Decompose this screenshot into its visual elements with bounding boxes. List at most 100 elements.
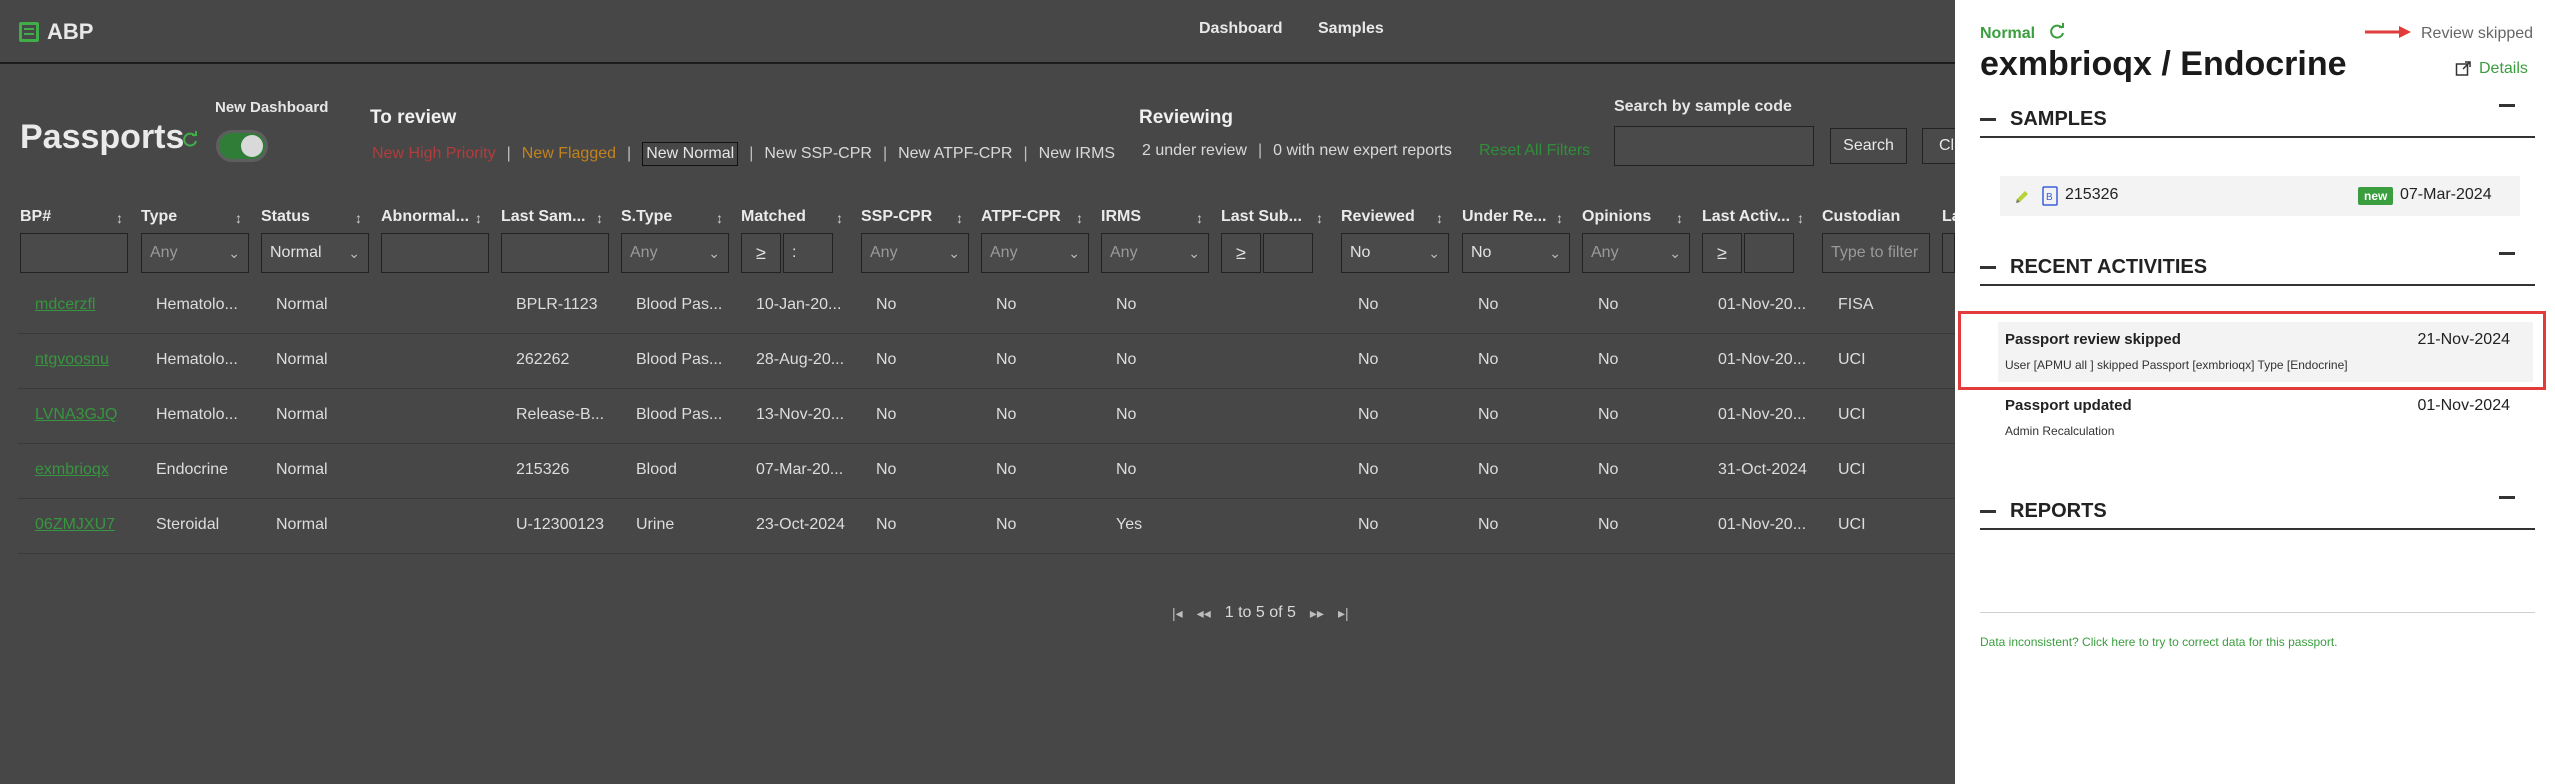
filter-expert-reports[interactable]: 0 with new expert reports — [1273, 142, 1452, 160]
col-status[interactable]: Status — [261, 208, 310, 226]
refresh-icon[interactable] — [2047, 22, 2067, 42]
passport-link[interactable]: 06ZMJXU7 — [35, 516, 115, 534]
s-type-filter-select[interactable]: Any ⌄ — [621, 233, 729, 273]
sort-icon[interactable]: ↕ — [116, 210, 123, 226]
sort-icon[interactable]: ↕ — [1797, 210, 1804, 226]
reset-filters-link[interactable]: Reset All Filters — [1479, 142, 1590, 160]
sort-icon[interactable]: ↕ — [475, 210, 482, 226]
sort-icon[interactable]: ↕ — [1316, 210, 1323, 226]
col-last-activity[interactable]: Last Activ... — [1702, 208, 1790, 226]
sort-icon[interactable]: ↕ — [1196, 210, 1203, 226]
last-sub-operator[interactable]: ≥ — [1221, 233, 1261, 273]
under-review-filter-select[interactable]: No ⌄ — [1462, 233, 1570, 273]
atpf-filter-select[interactable]: Any ⌄ — [981, 233, 1089, 273]
irms-cell: No — [1116, 351, 1137, 368]
custodian-filter-input[interactable]: Type to filter — [1822, 233, 1930, 273]
table-row[interactable]: mdcerzfl Hematolo... Normal BPLR-1123 Blood … — [18, 279, 1955, 334]
table-row[interactable]: 06ZMJXU7 Steroidal Normal U-12300123 Urine 23… — [18, 499, 1955, 554]
details-link[interactable]: Details — [2455, 60, 2528, 78]
recent-activities-section-header[interactable]: RECENT ACTIVITIES — [1980, 250, 2535, 286]
col-type[interactable]: Type — [141, 208, 177, 226]
abnormal-filter-input[interactable] — [381, 233, 489, 273]
app-logo[interactable]: ABP — [19, 19, 93, 45]
col-bp[interactable]: BP# — [20, 208, 51, 226]
bp-filter-input[interactable] — [20, 233, 128, 273]
filter-under-review[interactable]: 2 under review — [1142, 142, 1247, 160]
filter-new-flagged[interactable]: New Flagged — [522, 145, 616, 163]
filter-new-irms[interactable]: New IRMS — [1039, 145, 1115, 163]
refresh-icon[interactable] — [180, 130, 200, 150]
passport-link[interactable]: exmbrioqx — [35, 461, 109, 479]
sample-code[interactable]: 215326 — [2065, 186, 2118, 204]
sort-icon[interactable]: ↕ — [1436, 210, 1443, 226]
status-filter-select[interactable]: Normal ⌄ — [261, 233, 369, 273]
col-custodian[interactable]: Custodian — [1822, 208, 1900, 226]
sort-icon[interactable]: ↕ — [836, 210, 843, 226]
sort-icon[interactable]: ↕ — [716, 210, 723, 226]
reviewed-filter-select[interactable]: No ⌄ — [1341, 233, 1449, 273]
collapse-icon[interactable] — [2499, 252, 2515, 255]
irms-filter-select[interactable]: Any ⌄ — [1101, 233, 1209, 273]
filter-new-normal[interactable]: New Normal — [642, 142, 739, 166]
table-row[interactable]: exmbrioqx Endocrine Normal 215326 Blood 07-Ma… — [18, 444, 1955, 499]
col-opinions[interactable]: Opinions — [1582, 208, 1651, 226]
section-dash-icon — [1980, 266, 1996, 269]
s-type-cell: Blood Pas... — [636, 406, 723, 423]
sort-icon[interactable]: ↕ — [956, 210, 963, 226]
col-matched[interactable]: Matched — [741, 208, 806, 226]
type-filter-select[interactable]: Any ⌄ — [141, 233, 249, 273]
last-sample-filter-input[interactable] — [501, 233, 609, 273]
last-page-icon[interactable]: ▸| — [1338, 605, 1349, 622]
sort-icon[interactable]: ↕ — [235, 210, 242, 226]
sort-icon[interactable]: ↕ — [1076, 210, 1083, 226]
table-row[interactable]: LVNA3GJQ Hematolo... Normal Release-B... Blo… — [18, 389, 1955, 444]
filter-new-ssp-cpr[interactable]: New SSP-CPR — [764, 145, 872, 163]
col-irms[interactable]: IRMS — [1101, 208, 1141, 226]
reviewed-cell: No — [1358, 406, 1379, 423]
new-dashboard-toggle[interactable] — [216, 130, 268, 162]
col-last-submission[interactable]: Last Sub... — [1221, 208, 1302, 226]
collapse-icon[interactable] — [2499, 104, 2515, 107]
passport-link[interactable]: mdcerzfl — [35, 296, 95, 314]
sample-row[interactable]: B 215326 new 07-Mar-2024 — [2000, 176, 2520, 216]
reports-section-header[interactable]: REPORTS — [1980, 494, 2535, 530]
matched-cell: 13-Nov-20... — [756, 406, 845, 423]
sort-icon[interactable]: ↕ — [1676, 210, 1683, 226]
prev-page-icon[interactable]: ◂◂ — [1197, 605, 1211, 622]
nav-samples[interactable]: Samples — [1318, 20, 1384, 38]
sort-icon[interactable]: ↕ — [1556, 210, 1563, 226]
collapse-icon[interactable] — [2499, 496, 2515, 499]
nav-dashboard[interactable]: Dashboard — [1199, 20, 1283, 38]
next-page-icon[interactable]: ▸▸ — [1310, 605, 1324, 622]
sort-icon[interactable]: ↕ — [596, 210, 603, 226]
la-filter-input[interactable] — [1942, 233, 1955, 273]
last-activity-filter-input[interactable] — [1744, 233, 1794, 273]
filter-new-high-priority[interactable]: New High Priority — [372, 145, 496, 163]
col-last-sample[interactable]: Last Sam... — [501, 208, 585, 226]
matched-operator[interactable]: ≥ — [741, 233, 781, 273]
filter-new-atpf-cpr[interactable]: New ATPF-CPR — [898, 145, 1012, 163]
passport-link[interactable]: LVNA3GJQ — [35, 406, 117, 424]
last-activity-operator[interactable]: ≥ — [1702, 233, 1742, 273]
matched-filter-input[interactable]: : — [783, 233, 833, 273]
col-atpf-cpr[interactable]: ATPF-CPR — [981, 208, 1061, 226]
correct-data-link[interactable]: Data inconsistent? Click here to try to … — [1980, 635, 2338, 649]
col-ssp-cpr[interactable]: SSP-CPR — [861, 208, 932, 226]
opinions-filter-select[interactable]: Any ⌄ — [1582, 233, 1690, 273]
table-row[interactable]: ntgvoosnu Hematolo... Normal 262262 Blood Pa… — [18, 334, 1955, 389]
ssp-filter-select[interactable]: Any ⌄ — [861, 233, 969, 273]
sort-icon[interactable]: ↕ — [355, 210, 362, 226]
passport-link[interactable]: ntgvoosnu — [35, 351, 109, 369]
sample-search-input[interactable] — [1614, 126, 1814, 166]
search-button[interactable]: Search — [1830, 128, 1907, 164]
col-abnormal[interactable]: Abnormal... — [381, 208, 469, 226]
last-sub-filter-input[interactable] — [1263, 233, 1313, 273]
new-dashboard-label: New Dashboard — [215, 99, 329, 116]
col-s-type[interactable]: S.Type — [621, 208, 672, 226]
pencil-icon[interactable] — [2014, 189, 2030, 205]
first-page-icon[interactable]: |◂ — [1172, 605, 1183, 622]
col-under-review[interactable]: Under Re... — [1462, 208, 1546, 226]
samples-section-header[interactable]: SAMPLES — [1980, 102, 2535, 138]
col-reviewed[interactable]: Reviewed — [1341, 208, 1415, 226]
atpf-cell: No — [996, 461, 1017, 478]
